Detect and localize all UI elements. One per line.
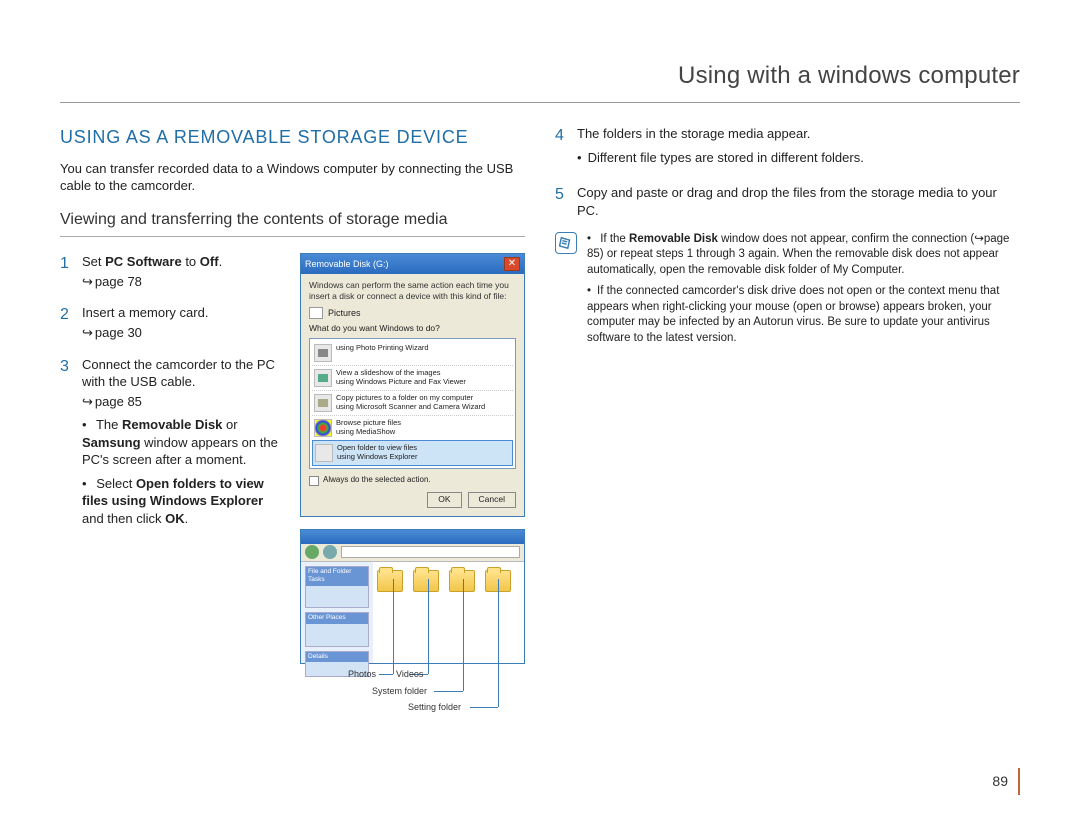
step-4: 4 The folders in the storage media appea… (555, 125, 1020, 172)
step-bold: Off (200, 254, 219, 269)
media-icon (314, 419, 332, 437)
explorer-folder-pane (373, 562, 524, 663)
bullet-text: or (222, 417, 237, 432)
dialog-message: Windows can perform the same action each… (309, 280, 516, 300)
dialog-question: What do you want Windows to do? (309, 323, 516, 334)
bullet-text: and then click (82, 511, 165, 526)
note-block: If the Removable Disk window does not ap… (555, 232, 1020, 353)
right-column: 4 The folders in the storage media appea… (555, 125, 1020, 663)
content-columns: USING AS A REMOVABLE STORAGE DEVICE You … (60, 125, 1020, 663)
sidebar-panel-header: File and Folder Tasks (306, 567, 368, 586)
step-text: Copy and paste or drag and drop the file… (577, 185, 997, 218)
option-open-folder[interactable]: Open folder to view filesusing Windows E… (312, 440, 513, 466)
option-sublabel: using Windows Explorer (337, 452, 417, 461)
bullet-text: . (185, 511, 189, 526)
option-sublabel: using Windows Picture and Fax Viewer (336, 377, 466, 386)
folder-icon (377, 570, 403, 592)
step-text: . (219, 254, 223, 269)
copy-icon (314, 394, 332, 412)
option-list[interactable]: using Photo Printing Wizard View a slide… (309, 338, 516, 469)
option-sublabel: using Microsoft Scanner and Camera Wizar… (336, 402, 485, 411)
folder-icon (413, 570, 439, 592)
dialog-title: Removable Disk (G:) (305, 258, 389, 270)
step-text: Insert a memory card. (82, 305, 208, 320)
callout-setting-folder: Setting folder (408, 701, 461, 713)
checkbox-label: Always do the selected action. (323, 475, 431, 486)
screenshot-figures: Removable Disk (G:) ✕ Windows can perfor… (300, 253, 525, 663)
callout-system-folder: System folder (372, 685, 427, 697)
step-bold: PC Software (105, 254, 182, 269)
explorer-toolbar (301, 544, 524, 562)
bullet-text: Select (96, 476, 136, 491)
folder-item[interactable] (449, 570, 475, 655)
ok-button[interactable]: OK (427, 492, 461, 507)
page-ref: page 30 (82, 324, 286, 342)
sub-bullet: Select Open folders to view files using … (82, 475, 286, 528)
step-number: 4 (555, 125, 567, 172)
option-print[interactable]: using Photo Printing Wizard (312, 341, 513, 365)
page-header-title: Using with a windows computer (60, 60, 1020, 103)
page-number: 89 (992, 768, 1020, 795)
note-text: If the (600, 233, 629, 245)
sub-heading: Viewing and transferring the contents of… (60, 209, 525, 238)
step-number: 3 (60, 356, 72, 534)
back-icon[interactable] (305, 545, 319, 559)
printer-icon (314, 344, 332, 362)
category-label: Pictures (328, 307, 361, 319)
sidebar-panel-header: Details (306, 652, 368, 662)
section-heading: USING AS A REMOVABLE STORAGE DEVICE (60, 125, 525, 149)
dialog-titlebar: Removable Disk (G:) ✕ (301, 254, 524, 274)
slideshow-icon (314, 369, 332, 387)
sub-bullet: The Removable Disk or Samsung window app… (82, 416, 286, 469)
bullet-bold: Samsung (82, 435, 141, 450)
step-text: The folders in the storage media appear. (577, 126, 810, 141)
always-do-checkbox-row[interactable]: Always do the selected action. (309, 475, 516, 486)
option-browse[interactable]: Browse picture filesusing MediaShow (312, 415, 513, 440)
folder-item[interactable] (413, 570, 439, 655)
step-5: 5 Copy and paste or drag and drop the fi… (555, 184, 1020, 219)
step-number: 5 (555, 184, 567, 219)
bullet-text: The (96, 417, 122, 432)
page-ref: page 78 (82, 273, 286, 291)
option-label: using Photo Printing Wizard (336, 343, 429, 352)
left-column: USING AS A REMOVABLE STORAGE DEVICE You … (60, 125, 525, 663)
screenshot-removable-disk-dialog: Removable Disk (G:) ✕ Windows can perfor… (300, 253, 525, 516)
picture-icon (309, 307, 323, 319)
screenshot-explorer-window: File and Folder Tasks Other Places Detai… (300, 529, 525, 664)
explorer-titlebar (301, 530, 524, 544)
step-3: 3 Connect the camcorder to the PC with t… (60, 356, 286, 534)
step-number: 1 (60, 253, 72, 290)
option-slideshow[interactable]: View a slideshow of the imagesusing Wind… (312, 365, 513, 390)
step-2: 2 Insert a memory card. page 30 (60, 304, 286, 341)
note-item: If the Removable Disk window does not ap… (587, 232, 1020, 279)
callout-videos: Videos (396, 668, 423, 680)
address-bar[interactable] (341, 546, 520, 558)
option-sublabel: using MediaShow (336, 427, 395, 436)
callout-photos: Photos (348, 668, 376, 680)
explorer-sidebar: File and Folder Tasks Other Places Detai… (301, 562, 373, 663)
steps-list: 1 Set PC Software to Off. page 78 2 Inse… (60, 253, 286, 663)
bullet-bold: Removable Disk (122, 417, 222, 432)
bullet-bold: OK (165, 511, 185, 526)
sub-bullet: Different file types are stored in diffe… (577, 149, 1020, 167)
note-bold: Removable Disk (629, 233, 718, 245)
note-item: If the connected camcorder's disk drive … (587, 284, 1020, 346)
page-ref: page 85 (82, 393, 286, 411)
step-text: to (182, 254, 200, 269)
note-icon (555, 232, 577, 254)
cancel-button[interactable]: Cancel (468, 492, 516, 507)
step-number: 2 (60, 304, 72, 341)
forward-icon[interactable] (323, 545, 337, 559)
step-text: Connect the camcorder to the PC with the… (82, 357, 275, 390)
folder-icon (449, 570, 475, 592)
checkbox-icon[interactable] (309, 476, 319, 486)
folder-icon (315, 444, 333, 462)
step-text: Set (82, 254, 105, 269)
option-copy[interactable]: Copy pictures to a folder on my computer… (312, 390, 513, 415)
folder-item[interactable] (377, 570, 403, 655)
intro-text: You can transfer recorded data to a Wind… (60, 160, 525, 195)
step-1: 1 Set PC Software to Off. page 78 (60, 253, 286, 290)
close-icon[interactable]: ✕ (504, 257, 520, 271)
sidebar-panel-header: Other Places (306, 613, 368, 623)
